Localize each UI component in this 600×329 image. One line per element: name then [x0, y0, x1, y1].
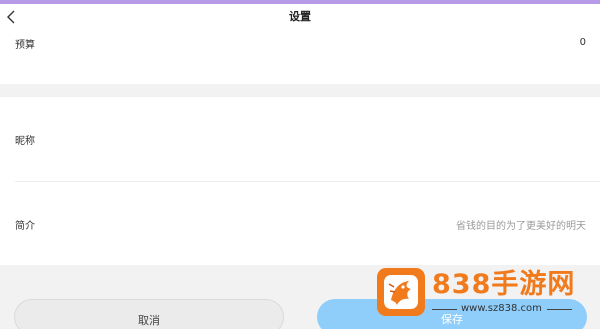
budget-section: 预算 0: [0, 30, 600, 84]
settings-screen: 设置 预算 0 昵称 简介 省钱的目的为了更美好的明天 取消 保存 838手游网…: [0, 0, 600, 329]
page-title: 设置: [289, 10, 311, 23]
watermark-divider-right: [547, 309, 572, 310]
budget-label: 预算: [15, 40, 35, 51]
profile-section: 昵称 简介 省钱的目的为了更美好的明天: [0, 97, 600, 265]
cancel-button[interactable]: 取消: [14, 299, 284, 329]
bio-label: 简介: [15, 221, 35, 232]
dragon-logo-icon: [377, 268, 425, 316]
watermark-url: www.sz838.com: [461, 303, 542, 314]
watermark-divider-left: [432, 309, 457, 310]
watermark-name: 838手游网: [432, 269, 576, 300]
nickname-label: 昵称: [15, 136, 35, 147]
row-divider: [15, 181, 600, 182]
bio-field[interactable]: 省钱的目的为了更美好的明天: [456, 217, 586, 232]
header-bar: 设置: [0, 4, 600, 30]
budget-value[interactable]: 0: [580, 37, 586, 48]
watermark: 838手游网 www.sz838.com: [377, 268, 577, 316]
